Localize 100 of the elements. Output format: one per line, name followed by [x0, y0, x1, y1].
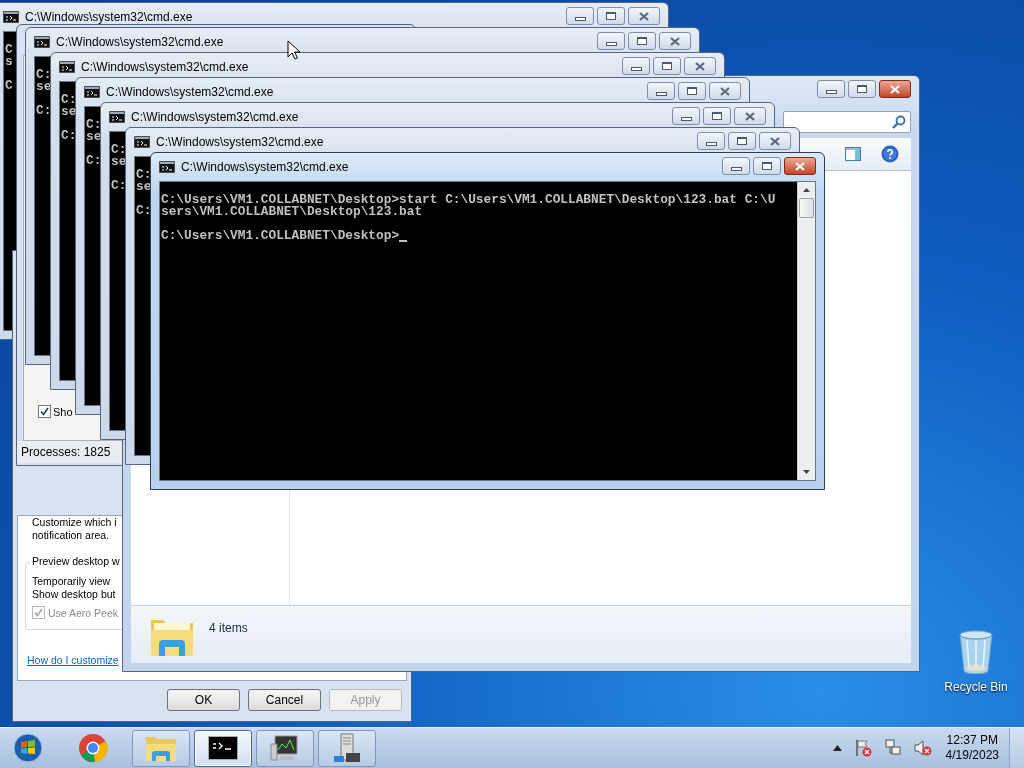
- close-button[interactable]: [879, 80, 911, 98]
- window-title: C:\Windows\system32\cmd.exe: [56, 35, 225, 49]
- caret-icon[interactable]: [832, 745, 842, 751]
- maximize-button[interactable]: [597, 7, 625, 25]
- clock[interactable]: 12:37 PM 4/19/2023: [939, 733, 1005, 763]
- maximize-button[interactable]: [728, 132, 756, 150]
- taskbar-button[interactable]: [194, 729, 252, 767]
- minimize-button[interactable]: [597, 32, 625, 50]
- taskbar-button[interactable]: [318, 729, 376, 767]
- window-title: C:\Windows\system32\cmd.exe: [181, 160, 350, 174]
- maximize-button[interactable]: [848, 80, 876, 98]
- minimize-button[interactable]: [566, 7, 594, 25]
- scrollbar-thumb[interactable]: [799, 198, 814, 218]
- console-text: sers\VM1.COLLABNET\Desktop\123.bat: [161, 206, 423, 218]
- description-text: Temporarily view Show desktop but: [32, 575, 117, 601]
- checkbox-label: Sho: [53, 405, 73, 418]
- minimize-button[interactable]: [647, 82, 675, 100]
- console-text: C:: [61, 94, 77, 106]
- maximize-button[interactable]: [628, 32, 656, 50]
- close-button[interactable]: [684, 57, 716, 75]
- console-text: C:: [61, 130, 77, 142]
- taskbar-button[interactable]: [256, 729, 314, 767]
- up-arrow-icon: [803, 188, 810, 192]
- console-icon: [84, 86, 100, 98]
- maximize-button[interactable]: [753, 157, 781, 175]
- description-text: Customize which i notification area.: [32, 516, 117, 542]
- help-icon[interactable]: [881, 145, 899, 163]
- server-icon: [332, 733, 362, 763]
- minimize-button[interactable]: [697, 132, 725, 150]
- icon-label: Recycle Bin: [944, 680, 1008, 694]
- help-link[interactable]: How do I customize: [27, 654, 119, 666]
- console-icon: [34, 36, 50, 48]
- console-text: C:: [111, 144, 127, 156]
- preview-pane-icon[interactable]: [845, 147, 861, 161]
- close-button[interactable]: [759, 132, 791, 150]
- search-icon: [892, 115, 906, 129]
- minimize-button[interactable]: [672, 107, 700, 125]
- minimize-button[interactable]: [622, 57, 650, 75]
- close-icon: [770, 136, 780, 146]
- maximize-button[interactable]: [678, 82, 706, 100]
- close-icon: [639, 11, 649, 21]
- folder-icon: [145, 734, 177, 762]
- console-text: C:: [111, 180, 127, 192]
- flag-icon[interactable]: [853, 739, 872, 757]
- console-text: C:: [36, 69, 52, 81]
- console-icon: [159, 161, 175, 173]
- search-field[interactable]: [783, 111, 911, 133]
- monitor-icon: [269, 734, 301, 762]
- maximize-button[interactable]: [703, 107, 731, 125]
- console-icon: [109, 111, 125, 123]
- close-button[interactable]: [628, 7, 660, 25]
- console-text: C:: [36, 105, 52, 117]
- down-arrow-icon: [803, 470, 810, 474]
- console-icon: [3, 11, 19, 23]
- console-text: se: [111, 156, 127, 168]
- browser-icon: [78, 733, 108, 763]
- close-button[interactable]: [734, 107, 766, 125]
- console-icon: [208, 736, 238, 760]
- speaker-icon[interactable]: [913, 739, 932, 757]
- close-icon: [695, 61, 705, 71]
- close-icon: [890, 84, 900, 94]
- window-title: C:\Windows\system32\cmd.exe: [156, 135, 325, 149]
- console-text: C:: [86, 119, 102, 131]
- close-button[interactable]: [659, 32, 691, 50]
- console-text: se: [136, 181, 152, 193]
- item-count: 4 items: [209, 621, 248, 635]
- window-title: C:\Windows\system32\cmd.exe: [131, 110, 300, 124]
- close-button[interactable]: [709, 82, 741, 100]
- window-title: C:\Windows\system32\cmd.exe: [25, 10, 194, 24]
- close-button[interactable]: [784, 157, 816, 175]
- group-title: Preview desktop w: [30, 555, 122, 567]
- console-text: C: [5, 44, 13, 56]
- dialog-button[interactable]: Cancel: [248, 689, 321, 711]
- console-text: s: [5, 56, 13, 68]
- console-text: se: [86, 131, 102, 143]
- window-title: C:\Windows\system32\cmd.exe: [106, 85, 275, 99]
- vertical-scrollbar[interactable]: [797, 182, 815, 480]
- console-text: se: [36, 81, 52, 93]
- process-count: Processes: 1825: [21, 445, 111, 459]
- maximize-button[interactable]: [653, 57, 681, 75]
- network-icon[interactable]: [883, 739, 902, 757]
- console-icon: [59, 61, 75, 73]
- checkbox[interactable]: [38, 405, 51, 418]
- console-text: C:\Users\VM1.COLLABNET\Desktop>: [161, 230, 400, 242]
- console-icon: [134, 136, 150, 148]
- pointer-icon: [287, 40, 300, 60]
- console-text: C:\Users\VM1.COLLABNET\Desktop>start C:\Users\VM1.COLLABNET\Desktop\123.bat C:\U: [161, 194, 776, 206]
- minimize-button[interactable]: [817, 80, 845, 98]
- recycle-bin-icon[interactable]: [958, 630, 994, 674]
- dialog-button[interactable]: OK: [167, 689, 240, 711]
- close-icon: [795, 161, 805, 171]
- window-title: C:\Windows\system32\cmd.exe: [81, 60, 250, 74]
- console-text: C:: [136, 169, 152, 181]
- minimize-button[interactable]: [722, 157, 750, 175]
- close-icon: [745, 111, 755, 121]
- console-text: se: [61, 106, 77, 118]
- console-text: C:: [136, 205, 152, 217]
- console-text: C:: [86, 155, 102, 167]
- close-icon: [670, 36, 680, 46]
- close-icon: [720, 86, 730, 96]
